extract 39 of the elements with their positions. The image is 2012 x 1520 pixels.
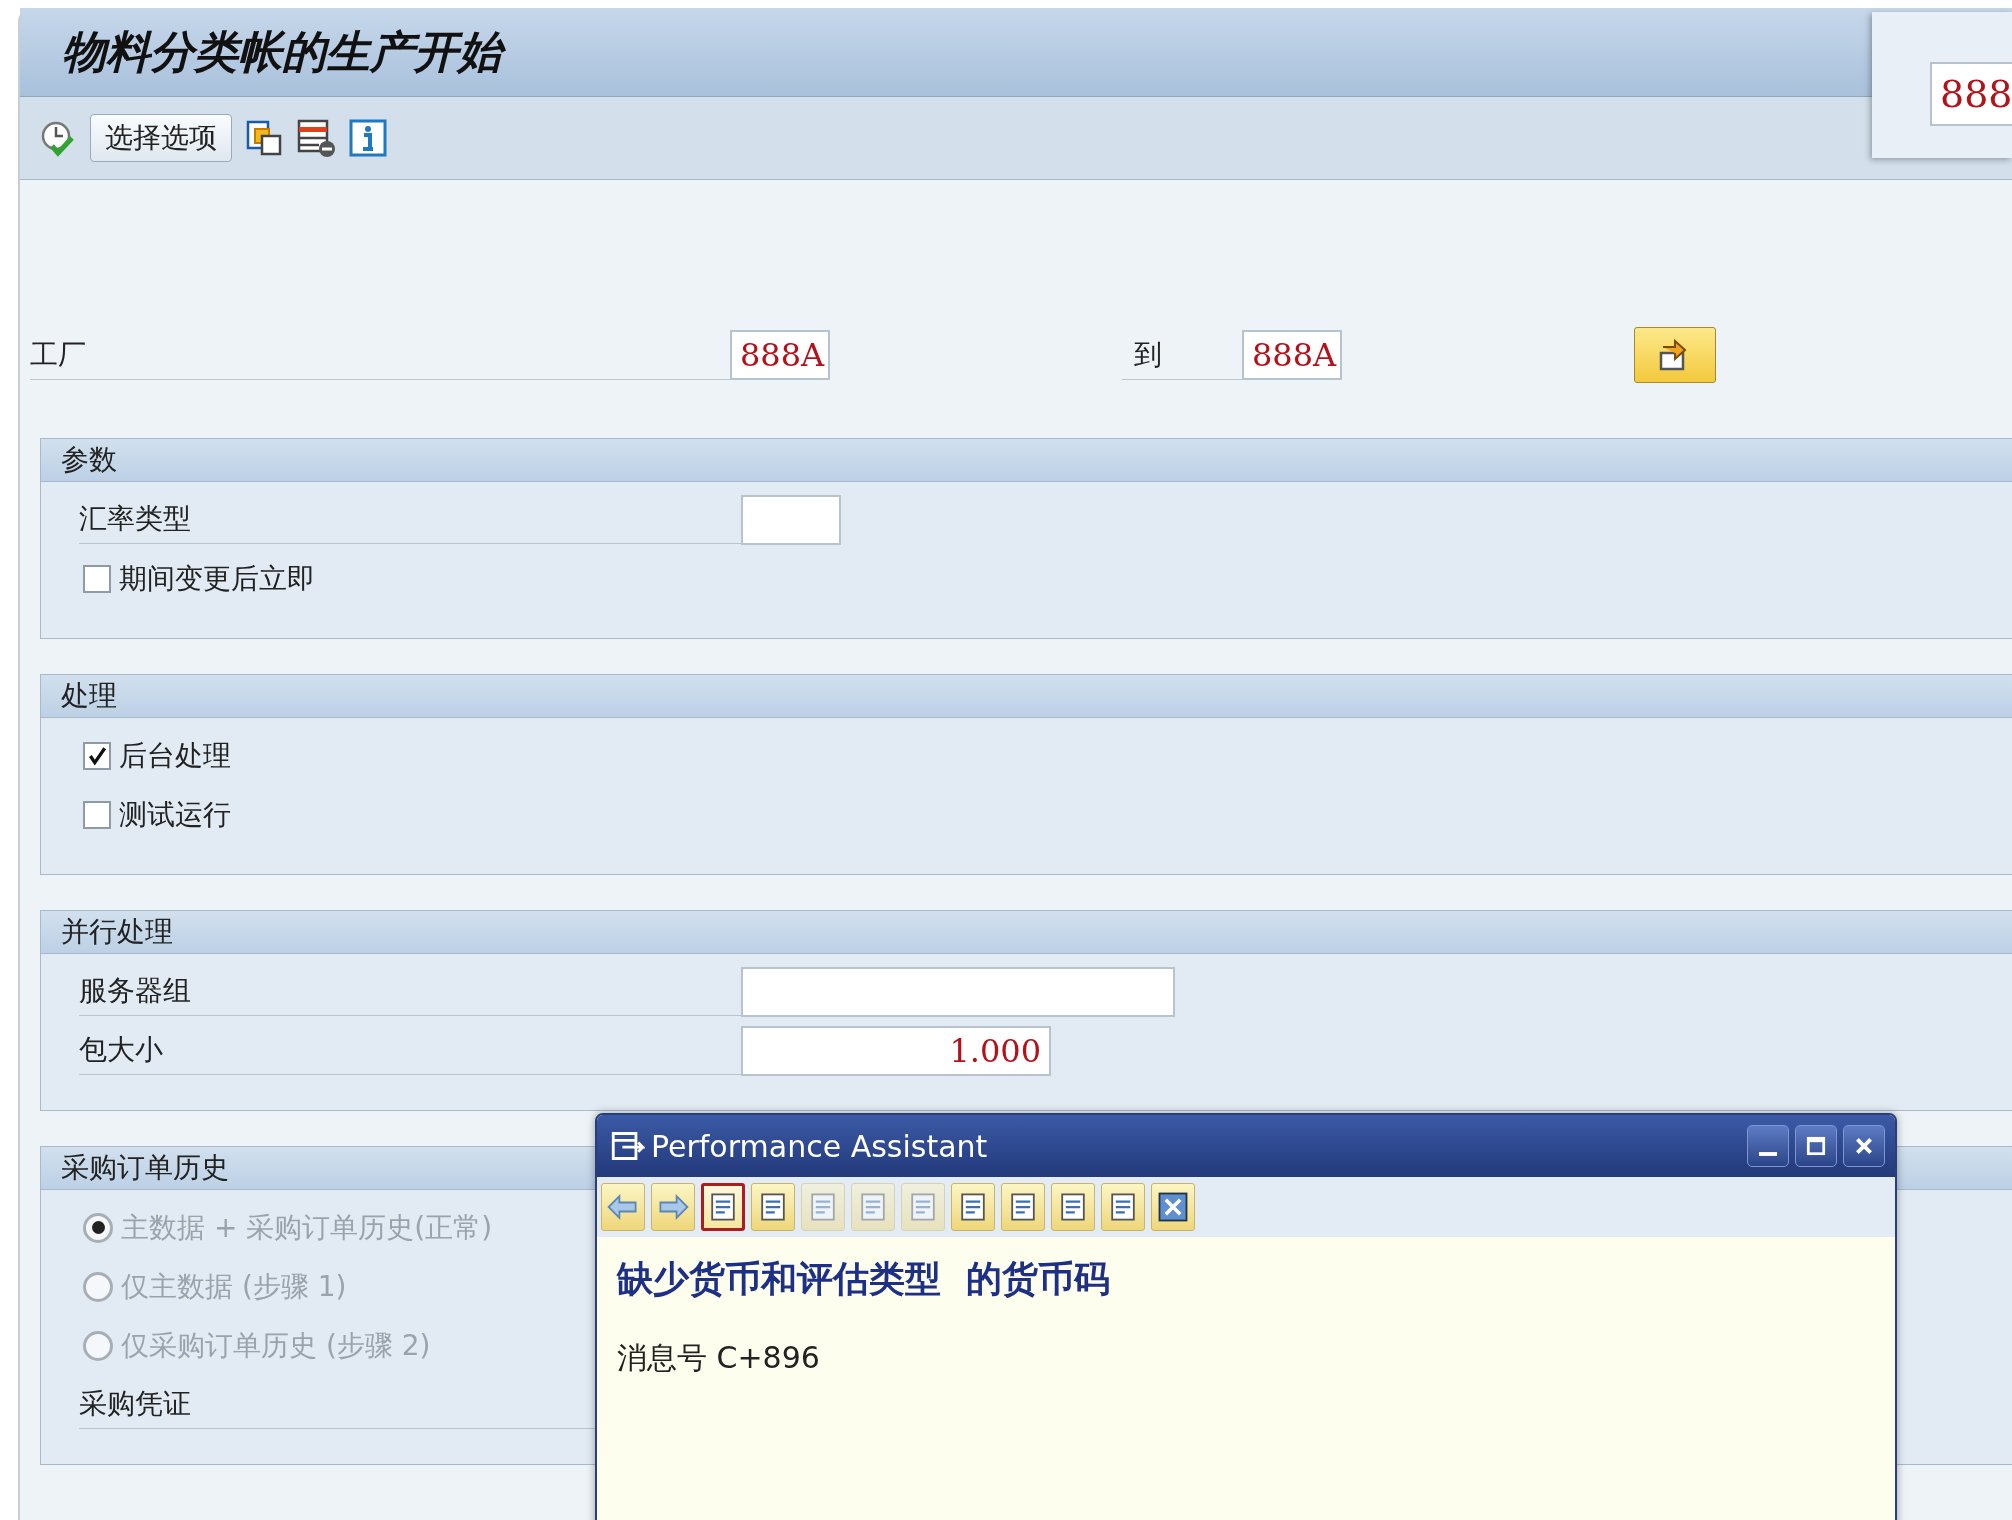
- group-title: 参数: [61, 442, 117, 478]
- group-title: 并行处理: [61, 914, 173, 950]
- maximize-button[interactable]: [1795, 1125, 1837, 1167]
- input-field[interactable]: 888A: [730, 330, 830, 380]
- group-title: 处理: [61, 678, 117, 714]
- selection-options-button[interactable]: 选择选项: [90, 114, 232, 162]
- checkbox[interactable]: [83, 564, 111, 593]
- input-field[interactable]: [741, 494, 841, 545]
- minimize-button[interactable]: [1747, 1125, 1789, 1167]
- message-heading: 缺少货币和评估类型 的货币码: [617, 1256, 1112, 1301]
- checkbox-label: 测试运行: [119, 796, 231, 833]
- message-number: 消息号 C+896: [617, 1339, 821, 1377]
- window-title: Performance Assistant: [651, 1128, 988, 1164]
- close-icon: [1853, 1135, 1875, 1157]
- group-title: 采购订单历史: [61, 1150, 229, 1186]
- checkbox-label: 期间变更后立即: [119, 560, 315, 597]
- field-label: 工厂: [30, 330, 730, 380]
- field-label: 包大小: [79, 1026, 741, 1075]
- radio-label: 仅主数据 (步骤 1): [121, 1268, 347, 1305]
- multiple-selection-button[interactable]: [1634, 327, 1716, 383]
- radio-label: 主数据 + 采购订单历史(正常): [121, 1209, 493, 1246]
- input-field[interactable]: [741, 966, 1175, 1017]
- delete-rows-icon[interactable]: [296, 118, 336, 158]
- close-icon[interactable]: [1151, 1183, 1195, 1231]
- document-icon[interactable]: [701, 1183, 745, 1231]
- close-button[interactable]: [1843, 1125, 1885, 1167]
- input-field[interactable]: 888A: [1242, 330, 1342, 380]
- checkbox[interactable]: [83, 741, 111, 770]
- maximize-icon: [1805, 1135, 1827, 1157]
- info-icon[interactable]: [348, 118, 388, 158]
- radio-label: 仅采购订单历史 (步骤 2): [121, 1327, 431, 1364]
- field-label: 服务器组: [79, 967, 741, 1016]
- field-label: 汇率类型: [79, 495, 741, 544]
- input-field[interactable]: 1.000: [741, 1025, 1051, 1076]
- minimize-icon: [1759, 1152, 1777, 1156]
- checkbox[interactable]: [83, 800, 111, 829]
- input-field[interactable]: 888: [1930, 62, 2012, 126]
- checkbox-label: 后台处理: [119, 737, 231, 774]
- copy-icon[interactable]: [244, 118, 284, 158]
